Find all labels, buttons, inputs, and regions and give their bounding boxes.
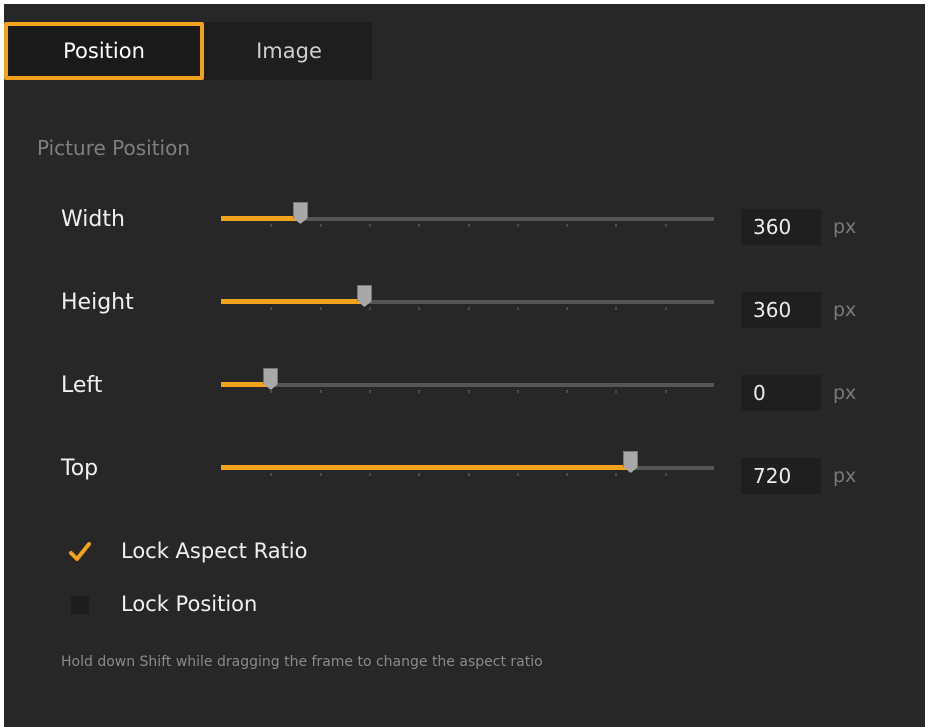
slider-fill — [221, 299, 364, 304]
height-slider[interactable] — [221, 285, 714, 314]
slider-tick — [270, 390, 273, 393]
width-label: Width — [61, 207, 125, 232]
hint-text: Hold down Shift while dragging the frame… — [61, 654, 543, 670]
slider-tick — [418, 224, 421, 227]
slider-tick — [368, 224, 371, 227]
slider-tick — [615, 390, 618, 393]
slider-tick — [270, 224, 273, 227]
slider-tick — [368, 473, 371, 476]
slider-tick — [418, 473, 421, 476]
slider-fill — [221, 465, 631, 470]
slider-tick — [270, 307, 273, 310]
slider-tick — [467, 473, 470, 476]
slider-track — [221, 383, 714, 387]
top-slider[interactable] — [221, 451, 714, 480]
left-value-field[interactable] — [741, 375, 821, 411]
picture-position-panel: Position Image Picture Position Width px… — [4, 4, 925, 727]
width-value-field[interactable] — [741, 209, 821, 245]
slider-tick — [467, 224, 470, 227]
tab-image[interactable]: Image — [214, 22, 364, 80]
slider-tick — [566, 473, 569, 476]
left-slider[interactable] — [221, 368, 714, 397]
lock-aspect-ratio-checkbox[interactable] — [68, 540, 91, 562]
slider-tick — [319, 307, 322, 310]
slider-tick — [368, 390, 371, 393]
tab-position[interactable]: Position — [4, 22, 204, 80]
left-label: Left — [61, 373, 103, 398]
left-unit: px — [833, 382, 857, 404]
slider-fill — [221, 216, 300, 221]
slider-tick — [664, 390, 667, 393]
section-title: Picture Position — [37, 136, 191, 160]
slider-tick — [615, 473, 618, 476]
slider-tick — [664, 224, 667, 227]
top-unit: px — [833, 465, 857, 487]
slider-tick — [467, 307, 470, 310]
slider-tick — [516, 390, 519, 393]
slider-tick — [566, 224, 569, 227]
slider-tick — [516, 307, 519, 310]
top-value-field[interactable] — [741, 458, 821, 494]
slider-tick — [319, 390, 322, 393]
tab-bar: Position Image — [4, 22, 372, 80]
height-label: Height — [61, 290, 134, 315]
slider-tick — [418, 390, 421, 393]
height-value-field[interactable] — [741, 292, 821, 328]
slider-fill — [221, 382, 271, 387]
width-unit: px — [833, 216, 857, 238]
height-unit: px — [833, 299, 857, 321]
slider-tick — [516, 473, 519, 476]
top-label: Top — [61, 456, 99, 481]
slider-tick — [664, 473, 667, 476]
width-slider[interactable] — [221, 202, 714, 231]
slider-tick — [319, 224, 322, 227]
checkmark-icon — [69, 542, 91, 561]
slider-tick — [615, 224, 618, 227]
lock-position-label[interactable]: Lock Position — [121, 592, 257, 616]
slider-tick — [516, 224, 519, 227]
lock-position-checkbox[interactable] — [71, 596, 89, 614]
slider-tick — [566, 307, 569, 310]
slider-tick — [467, 390, 470, 393]
slider-tick — [566, 390, 569, 393]
slider-tick — [615, 307, 618, 310]
lock-aspect-ratio-label[interactable]: Lock Aspect Ratio — [121, 539, 308, 563]
slider-tick — [270, 473, 273, 476]
slider-tick — [664, 307, 667, 310]
slider-tick — [368, 307, 371, 310]
slider-tick — [319, 473, 322, 476]
slider-tick — [418, 307, 421, 310]
